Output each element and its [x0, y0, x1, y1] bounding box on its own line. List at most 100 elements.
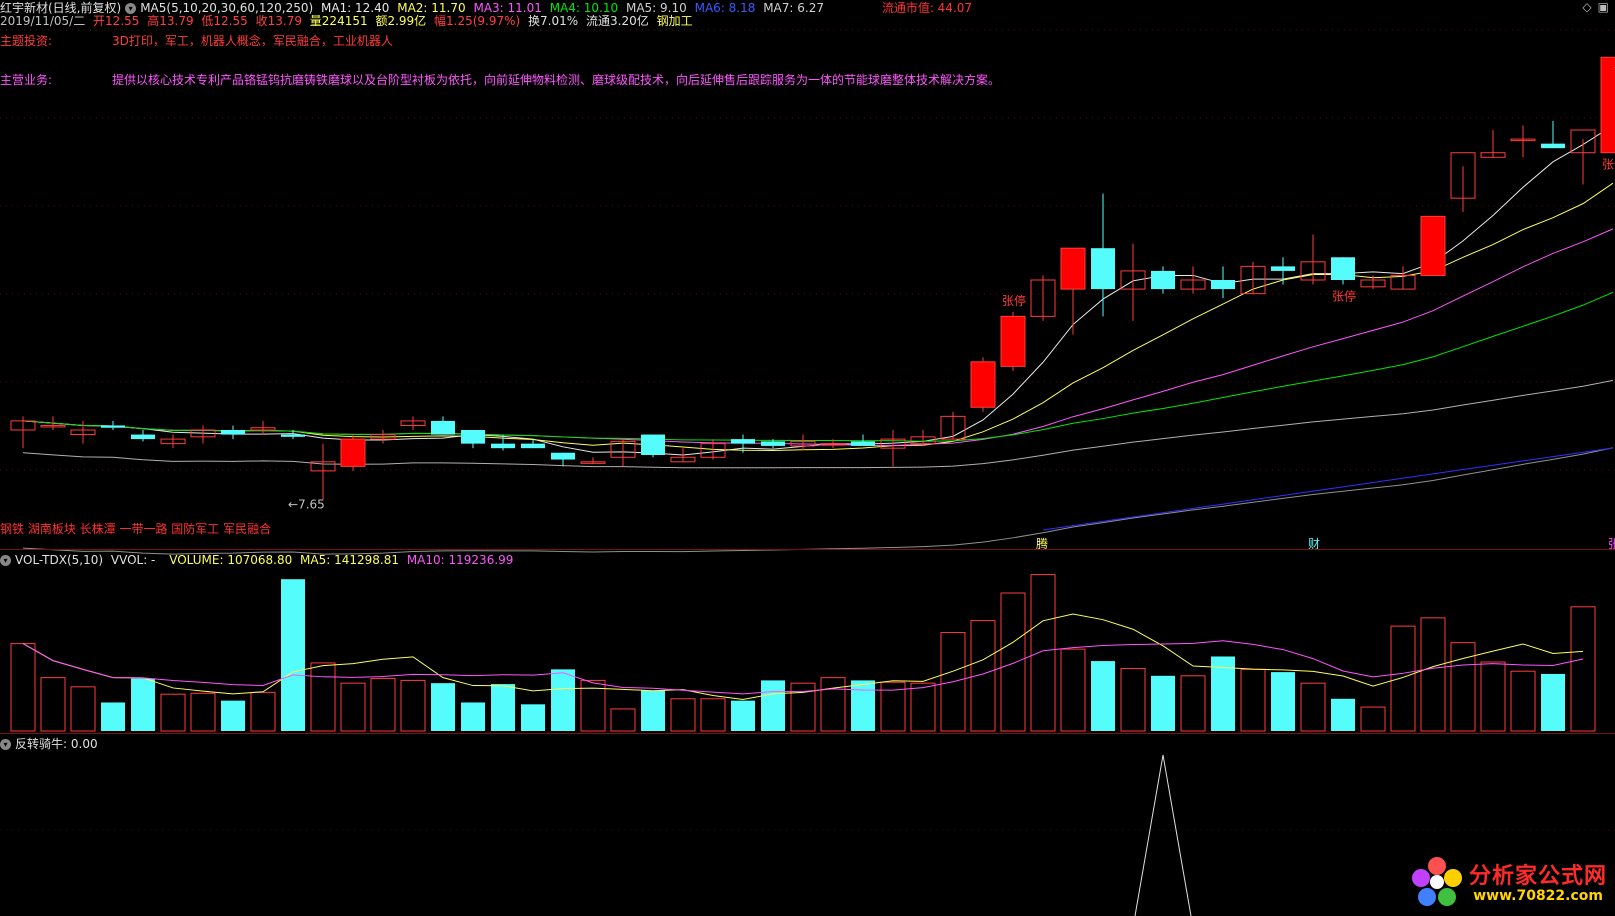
volume-bar-up — [1450, 642, 1476, 732]
indicator-header: ▾ 反转骑牛: 0.00 — [0, 736, 102, 752]
volume-value: VOLUME: 107068.80 — [169, 553, 293, 567]
volume-bar-up — [1240, 668, 1266, 732]
volume-bar-down — [761, 680, 785, 731]
volume-bar-down — [491, 684, 515, 731]
volume-bar-up — [1120, 667, 1146, 732]
logo-name: 分析家公式网 — [1468, 864, 1607, 889]
indicator-value: : 0.00 — [63, 737, 98, 751]
limit-up-label: 张停 — [1002, 293, 1026, 308]
candle-down — [851, 441, 875, 446]
ma2-line — [22, 182, 1614, 451]
volume-name[interactable]: VOL-TDX(5,10) — [15, 553, 103, 567]
volume-bar-down — [851, 680, 875, 731]
candle-limit-up — [1600, 56, 1615, 154]
volume-menu-icon[interactable]: ▾ — [0, 555, 11, 566]
flower-logo-icon — [1412, 857, 1462, 906]
candle-down — [1211, 280, 1235, 290]
candle-down — [221, 430, 245, 435]
candle-down — [131, 434, 155, 440]
volume-bar-down — [731, 700, 755, 731]
volume-ma5-line — [22, 613, 1584, 701]
volume-bar-up — [400, 679, 426, 732]
volume-bar-up — [670, 698, 696, 732]
volume-ma10: MA10: 119236.99 — [406, 553, 514, 567]
volume-bar-down — [641, 690, 665, 731]
volume-bar-down — [281, 579, 305, 731]
volume-bar-down — [461, 702, 485, 731]
volume-bar-up — [1300, 682, 1326, 732]
candle-down — [1271, 266, 1295, 271]
ma6-line — [1042, 447, 1614, 531]
site-logo: 分析家公式网 www.70822.com — [1407, 852, 1607, 912]
volume-bar-down — [1331, 698, 1355, 731]
indicator-name[interactable]: 反转骑牛 — [15, 737, 63, 751]
volume-bar-up — [700, 698, 726, 732]
volume-bar-up — [160, 693, 186, 732]
concept-tags: 钢铁 湖南板块 长株潭 一带一路 国防军工 军民融合 — [0, 521, 271, 536]
volume-bar-up — [1360, 706, 1386, 732]
candle-down — [101, 425, 125, 428]
ma4-line — [22, 291, 1614, 442]
volume-header: ▾ VOL-TDX(5,10) VVOL: - VOLUME: 107068.80… — [0, 552, 517, 568]
candle-down — [491, 443, 515, 449]
candle-down — [641, 434, 665, 455]
volume-bar-up — [1390, 625, 1416, 732]
volume-bar-up — [310, 662, 336, 732]
volume-bar-up — [910, 682, 936, 732]
volume-pane-divider[interactable] — [0, 549, 1615, 550]
candle-down — [1541, 143, 1565, 149]
candle-down — [731, 439, 755, 444]
ma1-line — [22, 125, 1614, 456]
volume-bar-up — [1570, 606, 1596, 732]
candle-down — [1151, 270, 1175, 290]
volume-bar-down — [551, 669, 575, 731]
volume-bar-up — [1180, 675, 1206, 732]
candle-down — [551, 452, 575, 460]
indicator-menu-icon[interactable]: ▾ — [0, 739, 11, 750]
volume-bar-up — [1060, 648, 1086, 732]
candle-down — [761, 441, 785, 446]
indicator-pane-divider[interactable] — [0, 733, 1615, 734]
indicator-signal-line — [1134, 754, 1192, 916]
volume-bar-up — [70, 686, 96, 732]
candle-limit-up — [1420, 215, 1446, 276]
volume-bar-down — [131, 678, 155, 731]
volume-bar-down — [101, 702, 125, 731]
volume-ma10-line — [22, 640, 1584, 695]
ma3-line — [22, 228, 1614, 446]
candle-down — [1331, 257, 1355, 280]
volume-bar-down — [1091, 661, 1115, 731]
candle-down — [1091, 248, 1115, 290]
volume-bar-up — [250, 691, 276, 732]
volume-bar-up — [820, 677, 846, 732]
logo-url: www.70822.com — [1473, 888, 1603, 904]
candle-limit-up — [1000, 315, 1026, 367]
volume-bar-up — [1000, 592, 1026, 732]
volume-vvol: VVOL: - — [110, 553, 156, 567]
volume-bar-down — [1541, 673, 1565, 731]
volume-bar-up — [190, 692, 216, 732]
candle-limit-up — [340, 438, 366, 467]
kline-chart[interactable]: ←13.79←7.65张停张停张停钢铁 湖南板块 长株潭 一带一路 国防军工 军… — [0, 0, 1615, 916]
limit-up-label: 张停 — [1332, 289, 1356, 304]
limit-up-label: 张停 — [1602, 157, 1615, 172]
volume-bar-up — [40, 677, 66, 732]
candle-down — [521, 443, 545, 449]
volume-bar-up — [1510, 670, 1536, 732]
volume-ma5: MA5: 141298.81 — [300, 553, 399, 567]
volume-bar-up — [370, 678, 396, 732]
volume-bar-down — [221, 700, 245, 731]
volume-bar-down — [1151, 675, 1175, 731]
candle-down — [281, 434, 305, 437]
ma5-line — [22, 379, 1614, 469]
volume-bar-down — [1271, 672, 1295, 731]
volume-bar-up — [340, 682, 366, 732]
volume-bar-up — [610, 708, 636, 732]
ma7-line — [22, 447, 1614, 555]
candle-limit-up — [1060, 247, 1086, 290]
volume-bar-up — [1420, 617, 1446, 732]
candle-down — [461, 430, 485, 444]
volume-bar-up — [1030, 574, 1056, 732]
volume-bar-up — [1480, 661, 1506, 732]
candle-limit-up — [970, 361, 996, 408]
